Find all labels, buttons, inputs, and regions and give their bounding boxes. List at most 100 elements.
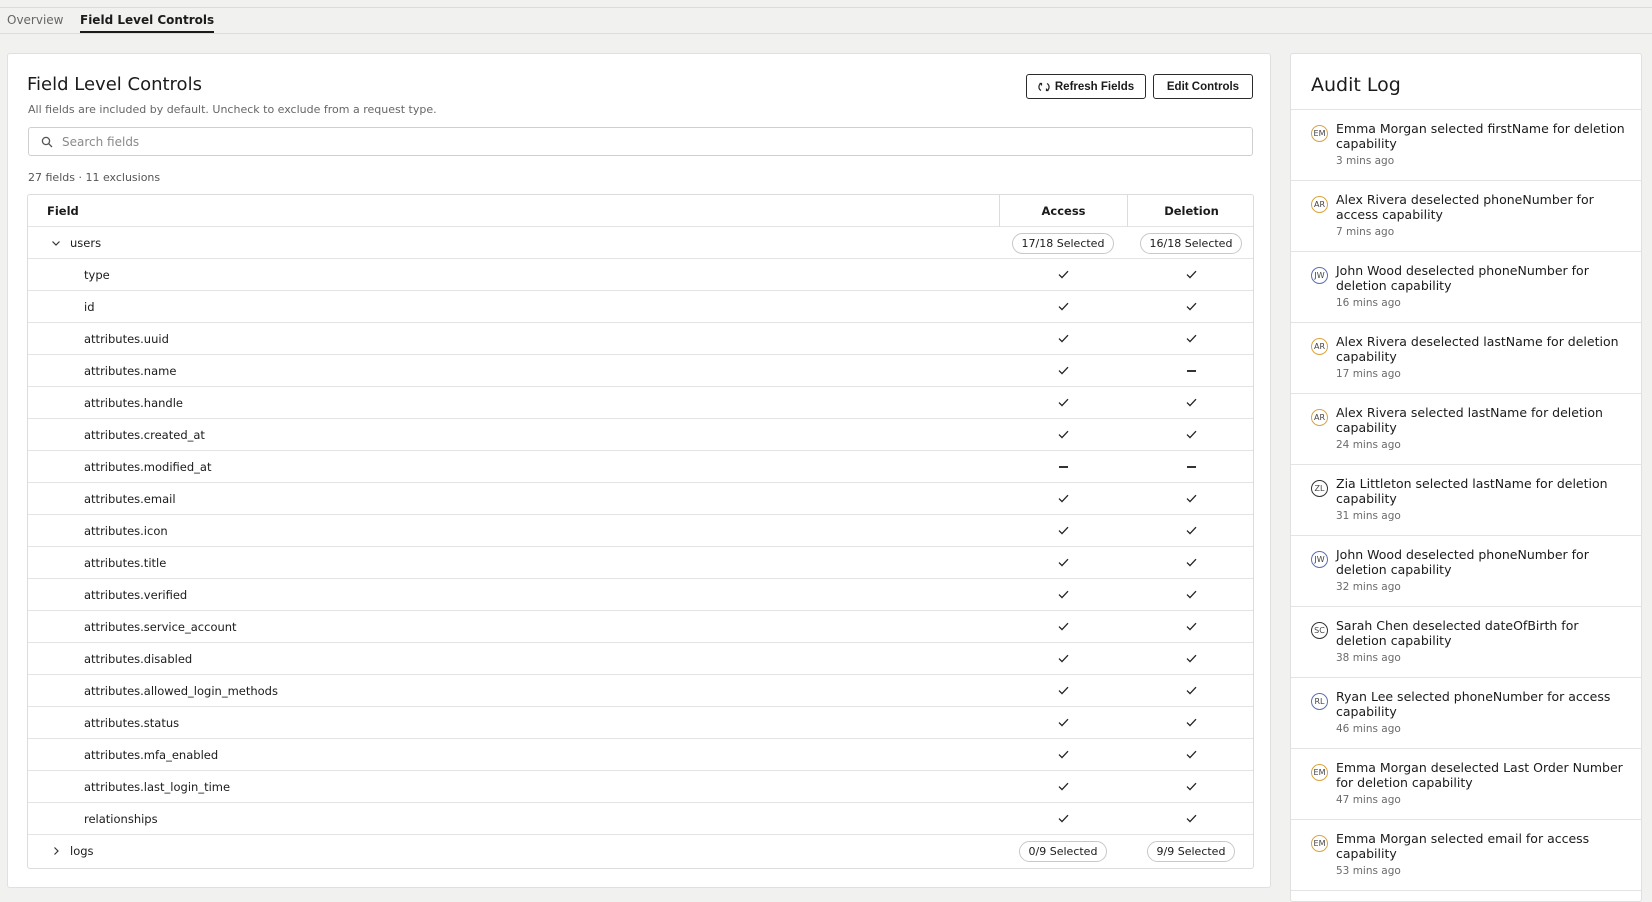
table-header: Field Access Deletion [28, 195, 1253, 227]
chevron-right-icon[interactable] [50, 845, 62, 857]
audit-message: Alex Rivera deselected phoneNumber for a… [1336, 192, 1594, 222]
audit-entry: EM Emma Morgan selected firstName for del… [1291, 110, 1641, 181]
audit-timestamp: 53 mins ago [1336, 865, 1401, 877]
table-row: type [28, 259, 1253, 291]
avatar: SC [1311, 622, 1328, 639]
access-check-icon[interactable] [1058, 716, 1069, 730]
deletion-check-icon[interactable] [1186, 684, 1197, 698]
access-check-icon[interactable] [1058, 268, 1069, 282]
access-check-icon[interactable] [1058, 524, 1069, 538]
tab-overview[interactable]: Overview [7, 13, 64, 27]
table-row: attributes.email [28, 483, 1253, 515]
chevron-down-icon[interactable] [50, 237, 62, 249]
access-selected-badge[interactable]: 17/18 Selected [1011, 232, 1115, 254]
audit-message: Alex Rivera selected lastName for deleti… [1336, 405, 1603, 435]
deletion-check-icon[interactable] [1186, 716, 1197, 730]
deletion-dash-icon[interactable] [1186, 466, 1196, 468]
fields-table: Field Access Deletion users 17/18 Select… [27, 194, 1254, 869]
audit-entry: SC Sarah Chen deselected dateOfBirth for … [1291, 607, 1641, 678]
group-row-users[interactable]: users 17/18 Selected 16/18 Selected [28, 227, 1253, 259]
group-row-logs[interactable]: logs 0/9 Selected 9/9 Selected [28, 835, 1253, 867]
group-name: logs [70, 844, 94, 858]
access-check-icon[interactable] [1058, 556, 1069, 570]
field-name: attributes.email [84, 492, 176, 506]
access-check-icon[interactable] [1058, 492, 1069, 506]
audit-timestamp: 3 mins ago [1336, 155, 1395, 167]
tab-field-level-controls[interactable]: Field Level Controls [80, 13, 215, 33]
deletion-check-icon[interactable] [1186, 268, 1197, 282]
access-dash-icon[interactable] [1058, 466, 1068, 468]
audit-message: Alex Rivera deselected lastName for dele… [1336, 334, 1619, 364]
access-check-icon[interactable] [1058, 428, 1069, 442]
audit-timestamp: 38 mins ago [1336, 652, 1401, 664]
deletion-column-header: Deletion [1127, 195, 1253, 227]
search-icon [41, 136, 53, 148]
refresh-fields-button[interactable]: Refresh Fields [1026, 74, 1146, 99]
field-name: type [84, 268, 110, 282]
access-check-icon[interactable] [1058, 300, 1069, 314]
avatar: AR [1311, 338, 1328, 355]
field-name: attributes.mfa_enabled [84, 748, 219, 762]
audit-timestamp: 31 mins ago [1336, 510, 1401, 522]
avatar: AR [1311, 409, 1328, 426]
audit-message: John Wood deselected phoneNumber for del… [1336, 547, 1589, 577]
access-check-icon[interactable] [1058, 652, 1069, 666]
deletion-check-icon[interactable] [1186, 300, 1197, 314]
field-name: attributes.last_login_time [84, 780, 231, 794]
page-title: Field Level Controls [27, 74, 202, 95]
deletion-check-icon[interactable] [1186, 588, 1197, 602]
access-check-icon[interactable] [1058, 332, 1069, 346]
audit-timestamp: 16 mins ago [1336, 297, 1401, 309]
deletion-check-icon[interactable] [1186, 492, 1197, 506]
deletion-check-icon[interactable] [1186, 620, 1197, 634]
deletion-check-icon[interactable] [1186, 396, 1197, 410]
field-name: attributes.status [84, 716, 180, 730]
field-name: attributes.disabled [84, 652, 193, 666]
table-row: attributes.icon [28, 515, 1253, 547]
audit-entry: AR Alex Rivera deselected phoneNumber for… [1291, 181, 1641, 252]
deletion-check-icon[interactable] [1186, 652, 1197, 666]
access-check-icon[interactable] [1058, 396, 1069, 410]
deletion-check-icon[interactable] [1186, 812, 1197, 826]
table-row: attributes.name [28, 355, 1253, 387]
audit-timestamp: 32 mins ago [1336, 581, 1401, 593]
deletion-selected-badge[interactable]: 16/18 Selected [1139, 232, 1243, 254]
deletion-check-icon[interactable] [1186, 332, 1197, 346]
access-check-icon[interactable] [1058, 364, 1069, 378]
deletion-check-icon[interactable] [1186, 556, 1197, 570]
deletion-check-icon[interactable] [1186, 428, 1197, 442]
avatar: RL [1311, 693, 1328, 710]
audit-timestamp: 47 mins ago [1336, 794, 1401, 806]
edit-controls-label: Edit Controls [1166, 80, 1240, 93]
audit-entry: JW John Wood deselected phoneNumber for d… [1291, 536, 1641, 607]
field-column-header: Field [47, 204, 79, 218]
deletion-dash-icon[interactable] [1186, 370, 1196, 372]
audit-message: Emma Morgan selected firstName for delet… [1336, 121, 1625, 151]
avatar: JW [1311, 267, 1328, 284]
table-row: attributes.handle [28, 387, 1253, 419]
deletion-check-icon[interactable] [1186, 748, 1197, 762]
field-counts: 27 fields · 11 exclusions [28, 171, 161, 184]
access-check-icon[interactable] [1058, 812, 1069, 826]
access-check-icon[interactable] [1058, 748, 1069, 762]
audit-entry: EM Emma Morgan selected email for access … [1291, 820, 1641, 891]
audit-message: Ryan Lee selected phoneNumber for access… [1336, 689, 1611, 719]
access-selected-badge[interactable]: 0/9 Selected [1018, 840, 1108, 862]
access-check-icon[interactable] [1058, 780, 1069, 794]
deletion-check-icon[interactable] [1186, 780, 1197, 794]
table-row: attributes.title [28, 547, 1253, 579]
access-check-icon[interactable] [1058, 684, 1069, 698]
field-name: attributes.uuid [84, 332, 169, 346]
table-row: attributes.allowed_login_methods [28, 675, 1253, 707]
deletion-selected-badge[interactable]: 9/9 Selected [1146, 840, 1236, 862]
audit-message: Emma Morgan deselected Last Order Number… [1336, 760, 1623, 790]
access-check-icon[interactable] [1058, 620, 1069, 634]
table-row: relationships [28, 803, 1253, 835]
audit-message: Zia Littleton selected lastName for dele… [1336, 476, 1608, 506]
search-input[interactable] [62, 132, 1242, 152]
edit-controls-button[interactable]: Edit Controls [1153, 74, 1253, 99]
access-check-icon[interactable] [1058, 588, 1069, 602]
access-column-header: Access [999, 195, 1127, 227]
table-row: attributes.disabled [28, 643, 1253, 675]
deletion-check-icon[interactable] [1186, 524, 1197, 538]
